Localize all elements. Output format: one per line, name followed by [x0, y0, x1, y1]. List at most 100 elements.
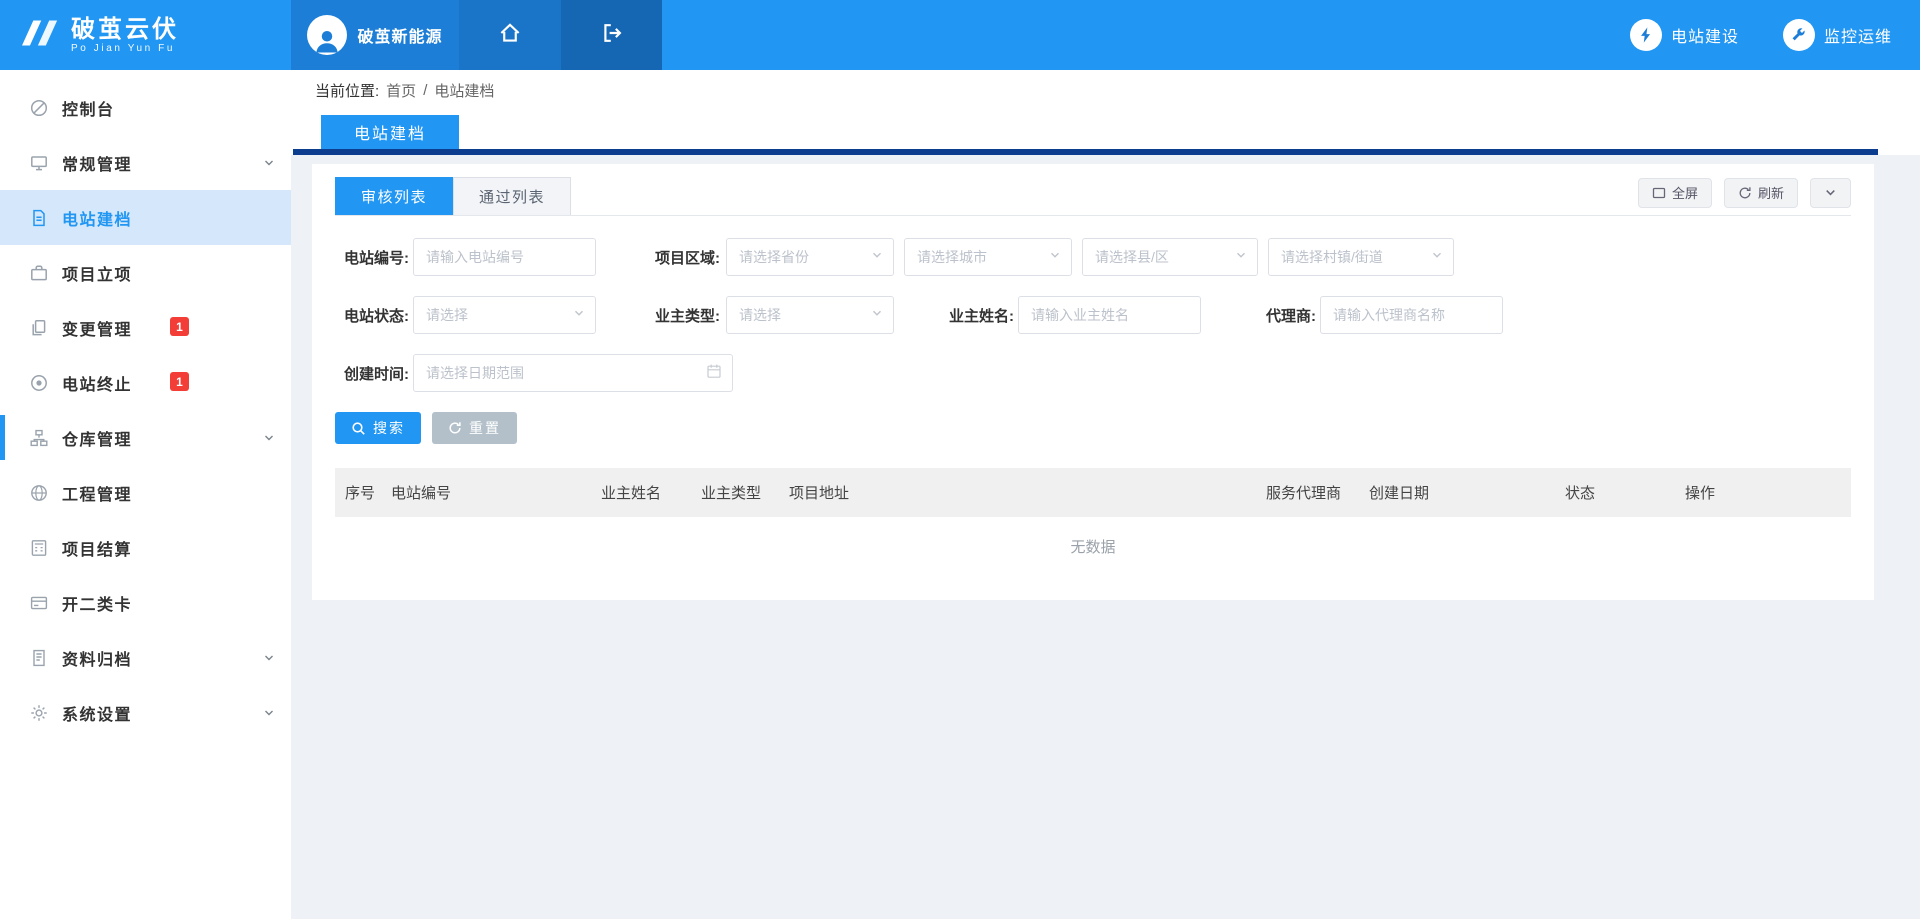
- module-monitoring-ops[interactable]: 监控运维: [1783, 19, 1892, 51]
- agent-input[interactable]: [1320, 296, 1503, 334]
- logo-icon: [18, 16, 60, 55]
- owner-type-select[interactable]: 请选择: [726, 296, 894, 334]
- chevron-down-icon: [1824, 186, 1837, 199]
- col-actions: 操作: [1675, 468, 1851, 517]
- chevron-down-icon: [263, 707, 275, 719]
- company-name: 破茧新能源: [357, 23, 442, 47]
- logo-subtitle: Po Jian Yun Fu: [71, 43, 179, 54]
- page-tab-station-archive[interactable]: 电站建档: [321, 115, 459, 149]
- owner-name-input[interactable]: [1018, 296, 1201, 334]
- sidebar-item-label: 变更管理: [62, 316, 132, 340]
- station-no-input[interactable]: [413, 238, 596, 276]
- city-placeholder: 请选择城市: [917, 247, 987, 267]
- logout-icon: [600, 21, 624, 50]
- sidebar-item-warehouse-mgmt[interactable]: 仓库管理: [0, 410, 291, 465]
- page-tab-strip: 电站建档: [291, 110, 1920, 149]
- sidebar-item-engineering-mgmt[interactable]: 工程管理: [0, 465, 291, 520]
- empty-state: 无数据: [335, 517, 1851, 575]
- module-label: 监控运维: [1824, 23, 1892, 47]
- sidebar-item-project-settlement[interactable]: 项目结算: [0, 520, 291, 575]
- search-button[interactable]: 搜索: [335, 412, 421, 444]
- sidebar-item-label: 资料归档: [62, 646, 132, 670]
- reset-button[interactable]: 重置: [432, 412, 517, 444]
- sidebar-item-station-archive[interactable]: 电站建档: [0, 190, 291, 245]
- fullscreen-icon: [1652, 186, 1666, 200]
- reset-label: 重置: [469, 418, 501, 438]
- sidebar-item-console[interactable]: 控制台: [0, 80, 291, 135]
- chevron-down-icon: [1235, 248, 1247, 266]
- lightning-icon: [1630, 19, 1662, 51]
- logo-title: 破茧云伏: [71, 16, 179, 43]
- col-service-agent: 服务代理商: [1256, 468, 1359, 517]
- fullscreen-button[interactable]: 全屏: [1638, 178, 1712, 208]
- sidebar-item-label: 项目结算: [62, 536, 132, 560]
- user-company-tile[interactable]: 破茧新能源: [291, 0, 459, 70]
- region-label: 项目区域:: [644, 247, 720, 268]
- owner-name-label: 业主姓名:: [938, 305, 1014, 326]
- created-time-label: 创建时间:: [335, 363, 409, 384]
- header-modules: 电站建设 监控运维: [1630, 0, 1920, 70]
- sidebar-item-label: 系统设置: [62, 701, 132, 725]
- tab-review-list[interactable]: 审核列表: [335, 177, 453, 215]
- app-root: 破茧云伏 Po Jian Yun Fu 破茧新能源: [0, 0, 1920, 919]
- breadcrumb-prefix: 当前位置:: [315, 80, 379, 101]
- col-status: 状态: [1555, 468, 1675, 517]
- town-select[interactable]: 请选择村镇/街道: [1268, 238, 1454, 276]
- results-table: 序号 电站编号 业主姓名 业主类型 项目地址 服务代理商 创建日期 状态 操作: [335, 468, 1851, 517]
- breadcrumb: 当前位置: 首页 / 电站建档: [291, 70, 1920, 110]
- station-status-select[interactable]: 请选择: [413, 296, 596, 334]
- county-placeholder: 请选择县/区: [1095, 247, 1169, 267]
- refresh-button[interactable]: 刷新: [1724, 178, 1798, 208]
- module-station-construction[interactable]: 电站建设: [1630, 19, 1739, 51]
- calculator-icon: [29, 538, 49, 558]
- sidebar-item-type2-card[interactable]: 开二类卡: [0, 575, 291, 630]
- owner-type-placeholder: 请选择: [739, 305, 781, 325]
- sidebar-item-general-mgmt[interactable]: 常规管理: [0, 135, 291, 190]
- sidebar-item-label: 仓库管理: [62, 426, 132, 450]
- active-indicator: [0, 415, 5, 460]
- chevron-down-icon: [263, 157, 275, 169]
- city-select[interactable]: 请选择城市: [904, 238, 1072, 276]
- sidebar-item-system-settings[interactable]: 系统设置: [0, 685, 291, 740]
- sidebar-item-change-mgmt[interactable]: 变更管理 1: [0, 300, 291, 355]
- sidebar-item-project-initiation[interactable]: 项目立项: [0, 245, 291, 300]
- sidebar-item-station-termination[interactable]: 电站终止 1: [0, 355, 291, 410]
- monitor-icon: [29, 153, 49, 173]
- chevron-down-icon: [573, 306, 585, 324]
- col-station-no: 电站编号: [381, 468, 591, 517]
- panel-card: 审核列表 通过列表 全屏: [312, 164, 1874, 600]
- breadcrumb-current: 电站建档: [434, 80, 494, 101]
- collapse-filters-button[interactable]: [1810, 178, 1851, 208]
- reset-icon: [448, 421, 462, 435]
- sidebar-item-label: 电站终止: [62, 371, 132, 395]
- col-project-address: 项目地址: [779, 468, 1256, 517]
- badge-count: 1: [170, 317, 189, 336]
- card-icon: [29, 593, 49, 613]
- sidebar-item-label: 开二类卡: [62, 591, 132, 615]
- agent-label: 代理商:: [1248, 305, 1316, 326]
- sidebar-item-label: 工程管理: [62, 481, 132, 505]
- filter-actions: 搜索 重置: [335, 412, 1851, 444]
- globe-icon: [29, 483, 49, 503]
- archive-icon: [29, 648, 49, 668]
- sidebar-item-data-archive[interactable]: 资料归档: [0, 630, 291, 685]
- town-placeholder: 请选择村镇/街道: [1281, 247, 1383, 267]
- copy-icon: [29, 318, 49, 338]
- content-area: 审核列表 通过列表 全屏: [291, 155, 1920, 919]
- chevron-down-icon: [1049, 248, 1061, 266]
- wrench-icon: [1783, 19, 1815, 51]
- county-select[interactable]: 请选择县/区: [1082, 238, 1258, 276]
- province-select[interactable]: 请选择省份: [726, 238, 894, 276]
- chevron-down-icon: [871, 248, 883, 266]
- tab-passed-list[interactable]: 通过列表: [453, 177, 571, 215]
- brand-logo: 破茧云伏 Po Jian Yun Fu: [0, 0, 291, 70]
- breadcrumb-home[interactable]: 首页: [386, 80, 416, 101]
- logout-button[interactable]: [561, 0, 662, 70]
- date-range-picker[interactable]: 请选择日期范围: [413, 354, 733, 392]
- province-placeholder: 请选择省份: [739, 247, 809, 267]
- col-owner-name: 业主姓名: [591, 468, 691, 517]
- badge-count: 1: [170, 372, 189, 391]
- home-button[interactable]: [459, 0, 561, 70]
- station-status-label: 电站状态:: [335, 305, 409, 326]
- refresh-icon: [1738, 186, 1752, 200]
